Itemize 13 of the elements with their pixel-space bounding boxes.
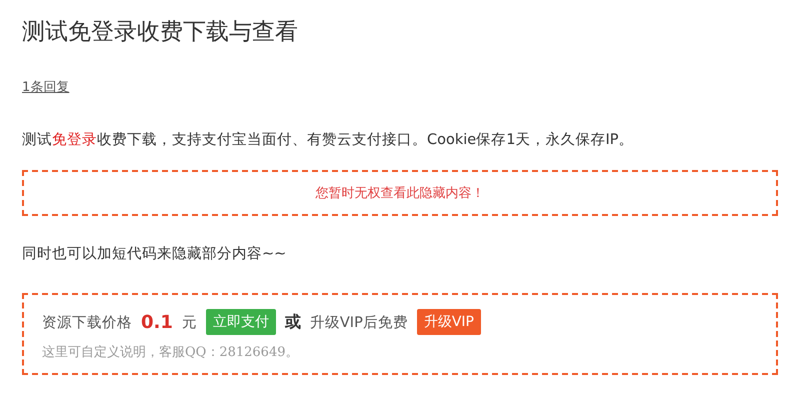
page-title: 测试免登录收费下载与查看	[22, 18, 299, 47]
hidden-content-notice: 您暂时无权查看此隐藏内容！	[316, 185, 484, 202]
vip-free-text: 升级VIP后免费	[310, 314, 408, 332]
price-value: 0.1	[141, 312, 173, 332]
price-unit: 元	[182, 314, 197, 332]
price-label: 资源下载价格	[42, 314, 132, 332]
pay-now-button[interactable]: 立即支付	[206, 309, 276, 335]
note-text: 同时也可以加短代码来隐藏部分内容~~	[22, 244, 288, 263]
upgrade-vip-button[interactable]: 升级VIP	[416, 309, 481, 335]
intro-paragraph: 测试免登录收费下载，支持支付宝当面付、有赞云支付接口。Cookie保存1天，永久保存IP。	[22, 130, 634, 150]
or-text: 或	[284, 312, 301, 332]
reply-count-link[interactable]: 1条回复	[22, 78, 70, 96]
service-description: 这里可自定义说明，客服QQ：28126649。	[42, 344, 300, 361]
